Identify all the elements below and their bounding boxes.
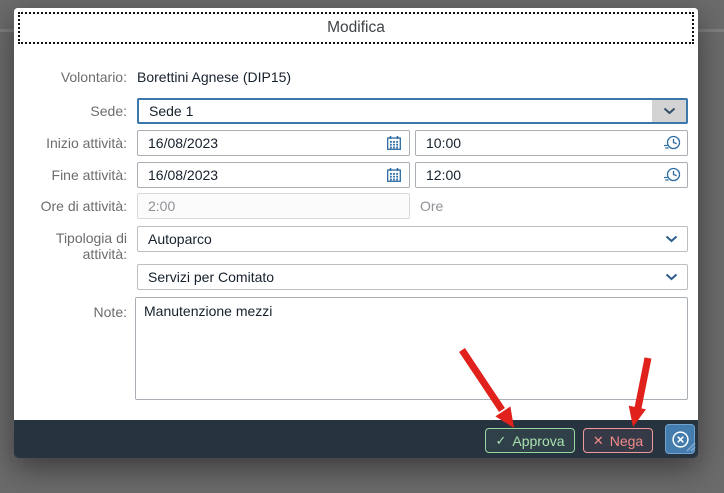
dialog-title: Modifica — [14, 8, 698, 47]
dimmed-page-background: Modifica Volontario: Borettini Agnese (D… — [0, 0, 724, 493]
ore-input — [138, 198, 409, 214]
inizio-label: Inizio attività: — [30, 135, 127, 151]
x-icon: ✕ — [593, 433, 604, 449]
ore-unit-label: Ore — [420, 193, 443, 219]
sotto-tipologia-select[interactable]: Servizi per Comitato — [137, 264, 688, 290]
deny-button-label: Nega — [610, 433, 643, 449]
calendar-icon[interactable] — [379, 131, 409, 155]
fine-time-field[interactable] — [415, 162, 688, 188]
fine-time-input[interactable] — [416, 167, 657, 183]
fine-date-field[interactable] — [137, 162, 410, 188]
tipologia-select[interactable]: Autoparco — [137, 226, 688, 252]
fine-label: Fine attività: — [30, 167, 127, 183]
dialog-header[interactable]: Modifica — [14, 8, 698, 47]
chevron-down-icon — [655, 265, 687, 289]
sotto-tipologia-select-value: Servizi per Comitato — [138, 269, 655, 285]
note-textarea[interactable]: Manutenzione mezzi — [135, 297, 688, 400]
modifica-dialog: Modifica Volontario: Borettini Agnese (D… — [14, 8, 698, 458]
tipologia-label: Tipologia di attività: — [30, 230, 127, 262]
deny-button[interactable]: ✕ Nega — [583, 428, 653, 453]
clock-icon[interactable] — [657, 163, 687, 187]
ore-field — [137, 193, 410, 219]
inizio-time-field[interactable] — [415, 130, 688, 156]
inizio-date-input[interactable] — [138, 135, 379, 151]
volontario-label: Volontario: — [30, 69, 127, 85]
fine-date-input[interactable] — [138, 167, 379, 183]
sede-select-value: Sede 1 — [139, 103, 652, 119]
inizio-time-input[interactable] — [416, 135, 657, 151]
check-icon: ✓ — [495, 433, 506, 449]
approve-button-label: Approva — [512, 433, 564, 449]
chevron-down-icon[interactable] — [652, 100, 686, 122]
tipologia-select-value: Autoparco — [138, 231, 655, 247]
approve-button[interactable]: ✓ Approva — [485, 428, 575, 453]
clock-icon[interactable] — [657, 131, 687, 155]
resize-grip-icon[interactable] — [682, 439, 696, 457]
sede-select[interactable]: Sede 1 — [137, 98, 688, 124]
inizio-date-field[interactable] — [137, 130, 410, 156]
dialog-footer: ✓ Approva ✕ Nega — [14, 420, 698, 458]
note-label: Note: — [30, 304, 127, 320]
calendar-icon[interactable] — [379, 163, 409, 187]
ore-label: Ore di attività: — [30, 198, 127, 214]
chevron-down-icon — [655, 227, 687, 251]
sede-label: Sede: — [30, 103, 127, 119]
volontario-value: Borettini Agnese (DIP15) — [137, 69, 291, 85]
